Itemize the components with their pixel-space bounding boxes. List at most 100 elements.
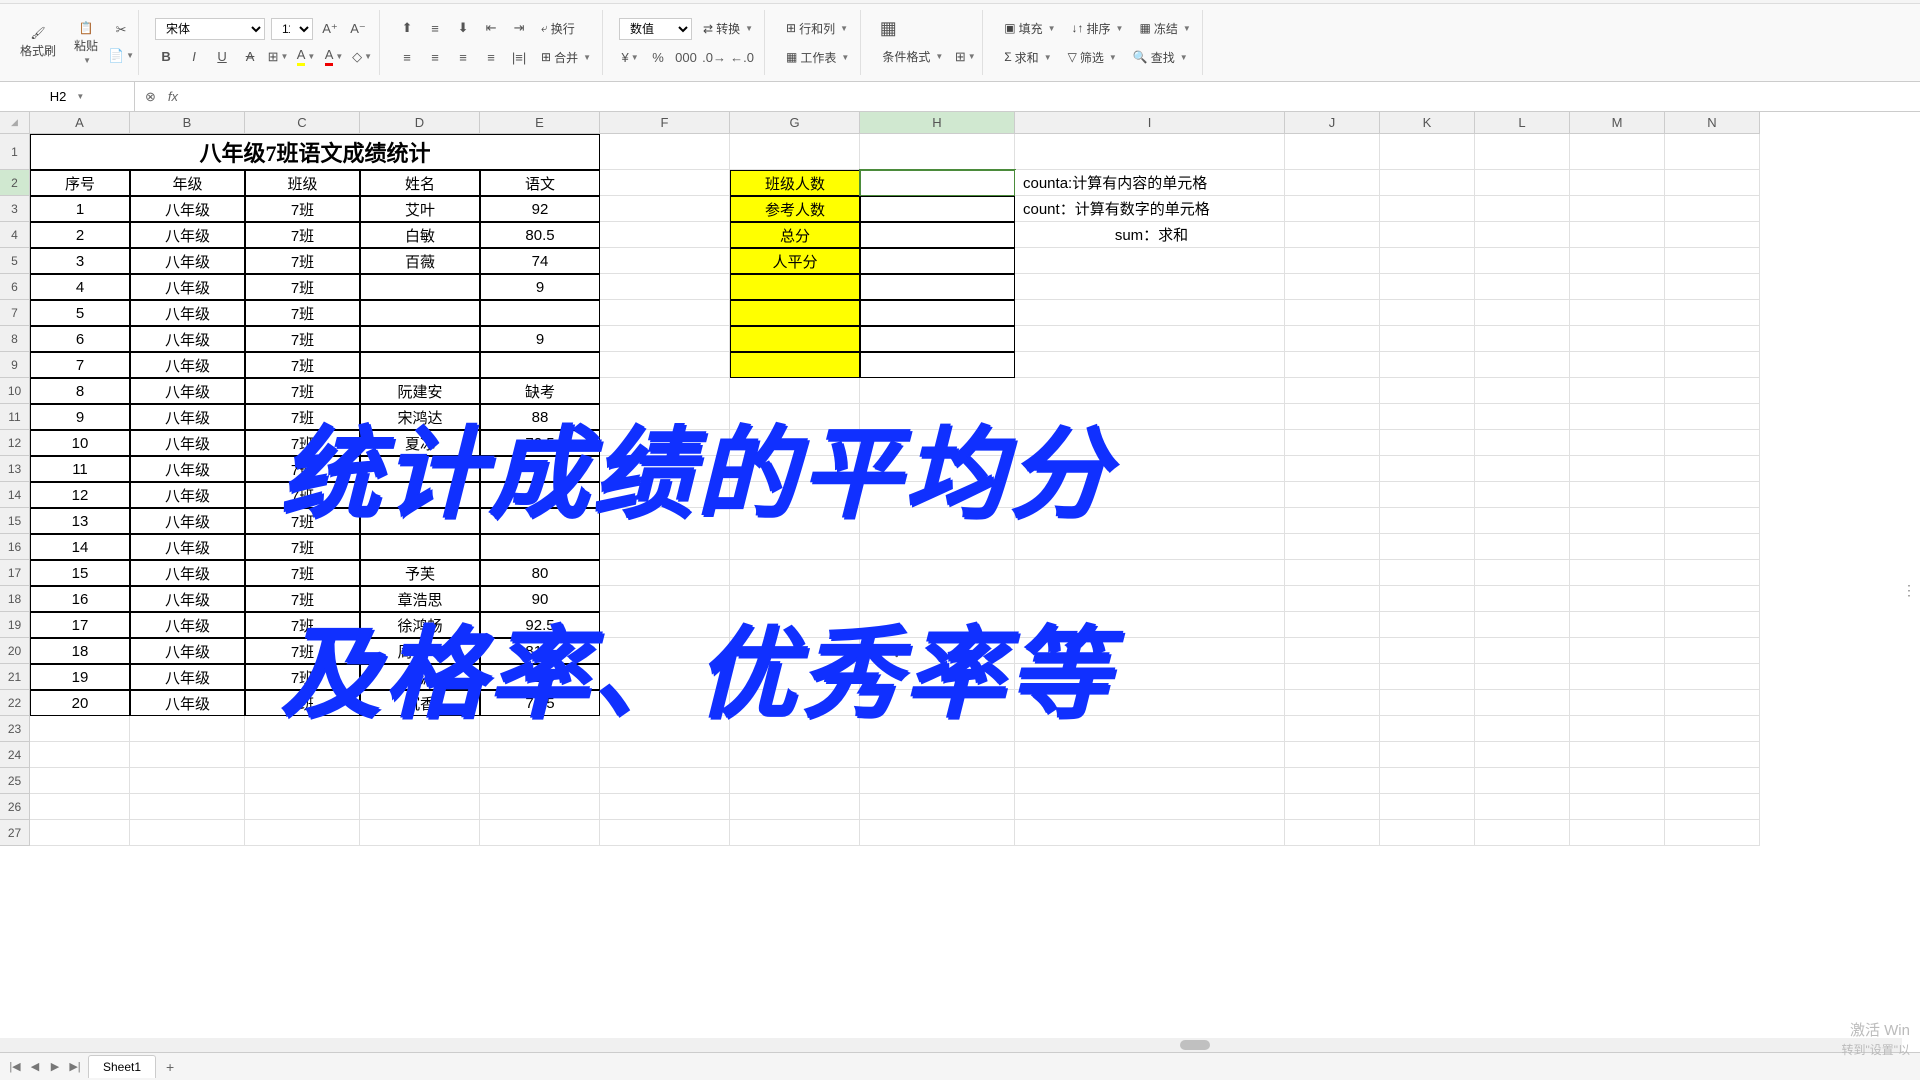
note-cell[interactable]: [1015, 768, 1285, 794]
align-middle-icon[interactable]: ≡: [424, 17, 446, 39]
format-painter-button[interactable]: 🖌格式刷: [14, 22, 62, 63]
cell-seq[interactable]: 4: [30, 274, 130, 300]
stats-value[interactable]: [860, 326, 1015, 352]
cell-grade[interactable]: 八年级: [130, 300, 245, 326]
cell[interactable]: [1475, 820, 1570, 846]
cell[interactable]: [1380, 664, 1475, 690]
cell[interactable]: [1475, 482, 1570, 508]
cell[interactable]: [1285, 508, 1380, 534]
cell-seq[interactable]: 13: [30, 508, 130, 534]
cell-name[interactable]: 沉香: [360, 690, 480, 716]
note-cell[interactable]: [1015, 690, 1285, 716]
cell-score[interactable]: 9: [480, 326, 600, 352]
cell-seq[interactable]: 12: [30, 482, 130, 508]
note-cell[interactable]: [1015, 326, 1285, 352]
cell-score[interactable]: [480, 482, 600, 508]
cell-grade[interactable]: 八年级: [130, 664, 245, 690]
row-header-14[interactable]: 14: [0, 482, 30, 508]
cell[interactable]: [860, 820, 1015, 846]
cell-class[interactable]: 7班: [245, 664, 360, 690]
freeze-button[interactable]: ▦ 冻结▼: [1134, 17, 1195, 40]
cell[interactable]: [1380, 560, 1475, 586]
cell[interactable]: [600, 430, 730, 456]
cell-grade[interactable]: 八年级: [130, 534, 245, 560]
row-header-5[interactable]: 5: [0, 248, 30, 274]
row-header-11[interactable]: 11: [0, 404, 30, 430]
row-header-4[interactable]: 4: [0, 222, 30, 248]
cell[interactable]: [1285, 586, 1380, 612]
note-cell[interactable]: [1015, 534, 1285, 560]
stats-label[interactable]: 总分: [730, 222, 860, 248]
cell-seq[interactable]: 19: [30, 664, 130, 690]
sheet-tab[interactable]: Sheet1: [88, 1055, 156, 1078]
cell[interactable]: [245, 716, 360, 742]
cell[interactable]: [1570, 326, 1665, 352]
cell[interactable]: [1475, 612, 1570, 638]
merge-button[interactable]: ⊞ 合并▼: [536, 46, 596, 69]
cell-seq[interactable]: 5: [30, 300, 130, 326]
cell[interactable]: [1380, 586, 1475, 612]
cell[interactable]: [1475, 326, 1570, 352]
cell-name[interactable]: [360, 300, 480, 326]
cell[interactable]: [1665, 352, 1760, 378]
align-top-icon[interactable]: ⬆: [396, 17, 418, 39]
cell[interactable]: [360, 820, 480, 846]
fx-cancel-icon[interactable]: ⊗: [145, 89, 156, 105]
cell-score[interactable]: 72.5: [480, 430, 600, 456]
cell[interactable]: [30, 820, 130, 846]
cell[interactable]: [730, 378, 860, 404]
cell[interactable]: [1475, 378, 1570, 404]
col-header-G[interactable]: G: [730, 112, 860, 134]
cell[interactable]: [600, 300, 730, 326]
cell[interactable]: [1570, 430, 1665, 456]
cell-grade[interactable]: 八年级: [130, 456, 245, 482]
col-header-C[interactable]: C: [245, 112, 360, 134]
cell-grade[interactable]: 八年级: [130, 274, 245, 300]
cell[interactable]: [1285, 222, 1380, 248]
cell-seq[interactable]: 15: [30, 560, 130, 586]
cell-class[interactable]: 7班: [245, 586, 360, 612]
cell[interactable]: [1665, 716, 1760, 742]
cell-name[interactable]: 宋鸿达: [360, 404, 480, 430]
cell[interactable]: [1665, 664, 1760, 690]
cell[interactable]: [1475, 716, 1570, 742]
cell[interactable]: [1475, 638, 1570, 664]
cell-grade[interactable]: 八年级: [130, 326, 245, 352]
font-size-select[interactable]: 11: [271, 18, 313, 40]
cell[interactable]: [30, 768, 130, 794]
note-cell[interactable]: [1015, 612, 1285, 638]
row-header-20[interactable]: 20: [0, 638, 30, 664]
cell[interactable]: [600, 560, 730, 586]
cell-name[interactable]: 阮建安: [360, 378, 480, 404]
cell-seq[interactable]: 17: [30, 612, 130, 638]
cell-seq[interactable]: 9: [30, 404, 130, 430]
cell[interactable]: [1285, 768, 1380, 794]
col-header-B[interactable]: B: [130, 112, 245, 134]
cell[interactable]: [1475, 248, 1570, 274]
cell-score[interactable]: 缺考: [480, 378, 600, 404]
cell[interactable]: [480, 794, 600, 820]
convert-button[interactable]: ⇄ 转换▼: [698, 17, 758, 40]
col-header-J[interactable]: J: [1285, 112, 1380, 134]
cell-grade[interactable]: 八年级: [130, 508, 245, 534]
cell[interactable]: [1570, 768, 1665, 794]
cell[interactable]: [1285, 664, 1380, 690]
cell[interactable]: [245, 820, 360, 846]
cell[interactable]: [1380, 534, 1475, 560]
cell[interactable]: [1285, 196, 1380, 222]
cell-name[interactable]: [360, 482, 480, 508]
cell-class[interactable]: 7班: [245, 534, 360, 560]
cell[interactable]: [245, 742, 360, 768]
cell[interactable]: [1665, 482, 1760, 508]
cell-score[interactable]: 88: [480, 404, 600, 430]
cell[interactable]: [1665, 300, 1760, 326]
rowcol-button[interactable]: ⊞ 行和列▼: [781, 17, 853, 40]
cell[interactable]: [1285, 352, 1380, 378]
note-cell[interactable]: [1015, 716, 1285, 742]
cell[interactable]: [1475, 430, 1570, 456]
cell[interactable]: [1380, 404, 1475, 430]
cell[interactable]: [1380, 794, 1475, 820]
cell[interactable]: [1665, 404, 1760, 430]
vscroll-icon[interactable]: ⋮: [1902, 582, 1916, 599]
cell[interactable]: [860, 482, 1015, 508]
